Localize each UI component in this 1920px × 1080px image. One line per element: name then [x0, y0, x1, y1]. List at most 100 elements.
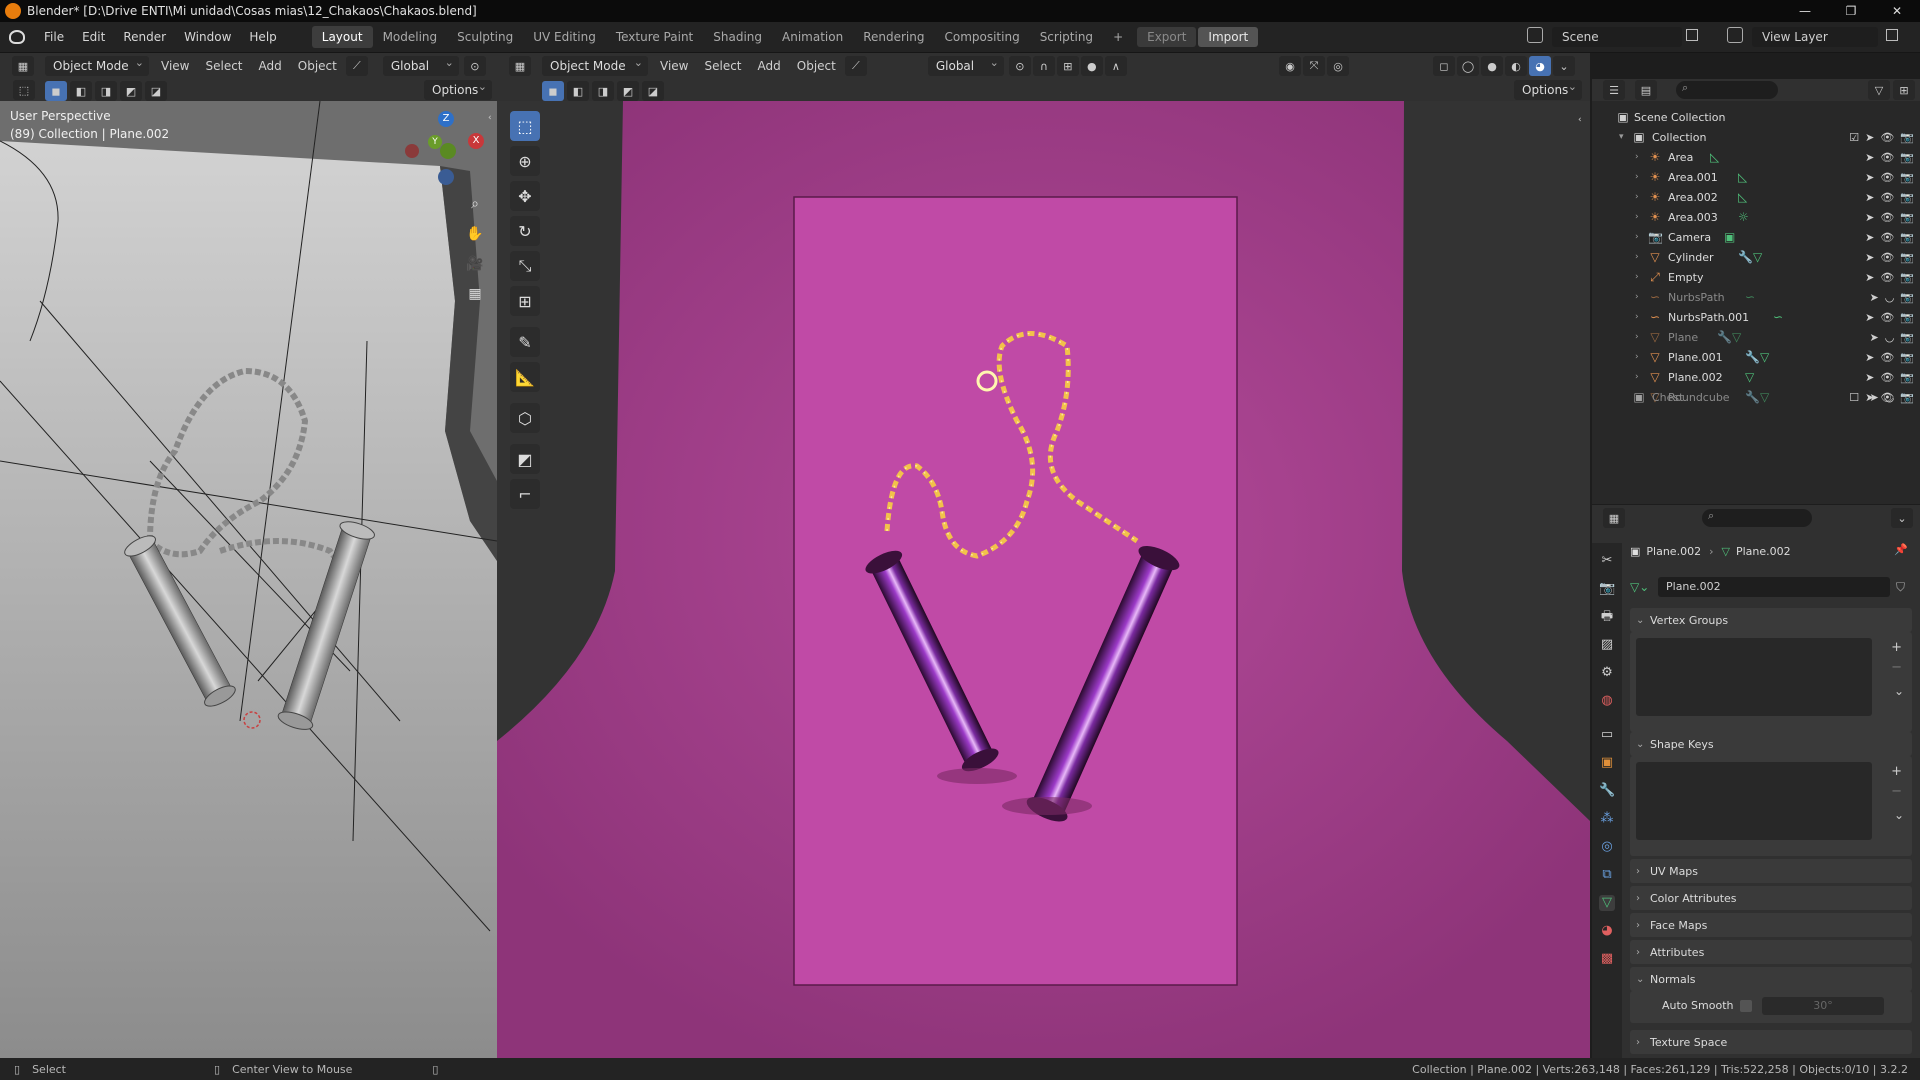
expand-arrow-icon[interactable]: ▾ [1619, 132, 1624, 142]
main-menu-select[interactable]: Select [696, 56, 749, 76]
auto-smooth-angle-field[interactable]: 30° [1762, 997, 1884, 1015]
world-tab-icon[interactable]: ◍ [1599, 693, 1615, 709]
expand-arrow-icon[interactable]: › [1635, 312, 1639, 322]
collection-controls[interactable]: ☑ ➤ 👁 📷 [1849, 131, 1914, 144]
view-layer-icon[interactable] [1727, 27, 1743, 43]
select-arrow-icon[interactable]: ➤ [1865, 311, 1874, 324]
close-button[interactable]: ✕ [1874, 0, 1920, 22]
left-menu-object[interactable]: Object [290, 56, 345, 76]
transform-pivot-icon[interactable]: ⟋ [345, 56, 368, 76]
pin-icon[interactable]: 📌 [1894, 543, 1908, 556]
wireframe-shading-icon[interactable]: ◯ [1457, 56, 1479, 76]
physics-tab-icon[interactable]: ◎ [1599, 839, 1615, 855]
remove-vertex-group-icon[interactable]: − [1891, 660, 1902, 675]
falloff-icon[interactable]: ∧ [1104, 56, 1127, 76]
outliner-editor-type-icon[interactable]: ☰ [1603, 80, 1625, 100]
expand-arrow-icon[interactable]: › [1635, 212, 1639, 222]
cursor-tool[interactable]: ⊕ [510, 146, 540, 176]
outliner-item[interactable]: › ⤢ Empty ➤ 👁 📷 [1592, 267, 1920, 287]
select-intersect-icon[interactable]: ◪ [145, 81, 167, 101]
eye-icon[interactable]: 👁 [1880, 171, 1894, 184]
scale-tool[interactable]: ⤡ [510, 251, 540, 281]
menu-help[interactable]: Help [240, 26, 285, 48]
properties-options-icon[interactable]: ⌄ [1891, 508, 1913, 528]
expand-arrow-icon[interactable]: › [1635, 352, 1639, 362]
render-camera-icon[interactable]: 📷 [1900, 351, 1914, 364]
outliner-item-controls[interactable]: ➤ 👁 📷 [1865, 371, 1914, 384]
expand-arrow-icon[interactable]: › [1635, 192, 1639, 202]
collection-tab-icon[interactable]: ▭ [1599, 727, 1615, 743]
main-3d-viewport[interactable]: ⬚ ⊕ ✥ ↻ ⤡ ⊞ ✎ 📐 ⬡ ◩ ⌐ ‹ [497, 101, 1590, 1058]
tool-tab-icon[interactable]: ✂ [1599, 553, 1615, 569]
render-camera-icon[interactable]: 📷 [1900, 191, 1914, 204]
camera-view-icon[interactable]: 🎥 [463, 256, 487, 280]
collection-row[interactable]: ▾ ▣ Collection ☑ ➤ 👁 📷 [1592, 127, 1920, 147]
render-camera-icon[interactable]: 📷 [1900, 231, 1914, 244]
output-tab-icon[interactable]: 🖶 [1599, 609, 1615, 625]
overlays-icon[interactable]: ◎ [1327, 56, 1349, 76]
left-menu-select[interactable]: Select [197, 56, 250, 76]
new-scene-icon[interactable] [1686, 29, 1698, 41]
main-menu-object[interactable]: Object [789, 56, 844, 76]
modifier-mesh-data-icon[interactable]: 🔧▽ [1717, 330, 1741, 344]
eye-icon[interactable]: 👁 [1880, 211, 1894, 224]
outliner-item-controls[interactable]: ➤ 👁 📷 [1865, 251, 1914, 264]
outliner-item[interactable]: › ▽ Plane.002 ▽ ➤ 👁 📷 [1592, 367, 1920, 387]
expand-arrow-icon[interactable]: › [1635, 332, 1639, 342]
zoom-icon[interactable]: ⌕ [463, 196, 487, 220]
camera-data-icon[interactable]: ▣ [1724, 230, 1735, 244]
render-tab-icon[interactable]: 📷 [1599, 581, 1615, 597]
eye-icon[interactable]: 👁 [1880, 191, 1894, 204]
modifier-mesh-data-icon[interactable]: 🔧▽ [1738, 250, 1762, 264]
navigation-gizmo[interactable]: Z Y X [400, 111, 490, 191]
visibility-icon[interactable]: ◉ [1279, 56, 1301, 76]
expand-arrow-icon[interactable]: › [1635, 152, 1639, 162]
select-arrow-icon[interactable]: ➤ [1865, 171, 1874, 184]
scene-tab-icon[interactable]: ⚙ [1599, 665, 1615, 681]
rotate-tool[interactable]: ↻ [510, 216, 540, 246]
minimize-button[interactable]: — [1782, 0, 1828, 22]
main-editor-type-icon[interactable]: ▦ [509, 56, 531, 76]
select-arrow-icon[interactable]: ➤ [1865, 251, 1874, 264]
select-arrow-icon[interactable]: ➤ [1865, 351, 1874, 364]
select-arrow-icon[interactable]: ➤ [1865, 191, 1874, 204]
tab-texture-paint[interactable]: Texture Paint [606, 26, 703, 48]
main-select-new-icon[interactable]: ◼ [542, 81, 564, 101]
mesh-datablock-icon[interactable]: ▽⌄ [1630, 580, 1652, 594]
main-select-invert-icon[interactable]: ◩ [617, 81, 639, 101]
outliner-item-controls[interactable]: ➤ 👁 📷 [1865, 231, 1914, 244]
menu-file[interactable]: File [35, 26, 73, 48]
tab-layout[interactable]: Layout [311, 26, 373, 48]
eye-icon[interactable]: 👁 [1880, 371, 1894, 384]
left-snap-icon[interactable]: ⊙ [463, 56, 486, 76]
expand-arrow-icon[interactable]: › [1635, 172, 1639, 182]
area-light-data-icon[interactable]: ◺ [1710, 150, 1719, 164]
eye-icon[interactable]: ◡ [1885, 291, 1895, 304]
eye-icon[interactable]: 👁 [1880, 151, 1894, 164]
chest-collection-row[interactable]: ▣ Chest ☐ ➤ 👁 📷 [1592, 387, 1920, 407]
render-camera-icon[interactable]: 📷 [1900, 311, 1914, 324]
transform-tool[interactable]: ⊞ [510, 286, 540, 316]
render-camera-icon[interactable]: 📷 [1900, 151, 1914, 164]
measure-tool[interactable]: 📐 [510, 362, 540, 392]
left-options-dropdown[interactable]: Options [424, 77, 492, 100]
modifier-tab-icon[interactable]: 🔧 [1599, 783, 1615, 799]
area-light-data-icon[interactable]: ◺ [1738, 190, 1747, 204]
tab-modeling[interactable]: Modeling [373, 26, 448, 48]
gizmo-neg-x-axis[interactable] [405, 144, 419, 158]
view-layer-tab-icon[interactable]: ▨ [1599, 637, 1615, 653]
add-cube-tool[interactable]: ⬡ [510, 403, 540, 433]
outliner-item[interactable]: › ∽ NurbsPath.001 ∽ ➤ 👁 📷 [1592, 307, 1920, 327]
render-camera-icon[interactable]: 📷 [1900, 251, 1914, 264]
add-shape-key-icon[interactable]: + [1891, 764, 1902, 779]
texture-tab-icon[interactable]: ▩ [1599, 951, 1615, 967]
collapse-sidebar-icon[interactable]: ‹ [488, 113, 494, 123]
menu-edit[interactable]: Edit [73, 26, 114, 48]
face-maps-header[interactable]: › Face Maps [1630, 913, 1912, 937]
outliner-item-controls[interactable]: ➤ 👁 📷 [1865, 211, 1914, 224]
snap-increment-icon[interactable]: ⊞ [1056, 56, 1079, 76]
eye-icon[interactable]: 👁 [1880, 311, 1894, 324]
texture-space-header[interactable]: › Texture Space [1630, 1030, 1912, 1054]
tab-animation[interactable]: Animation [772, 26, 853, 48]
uv-maps-header[interactable]: › UV Maps [1630, 859, 1912, 883]
